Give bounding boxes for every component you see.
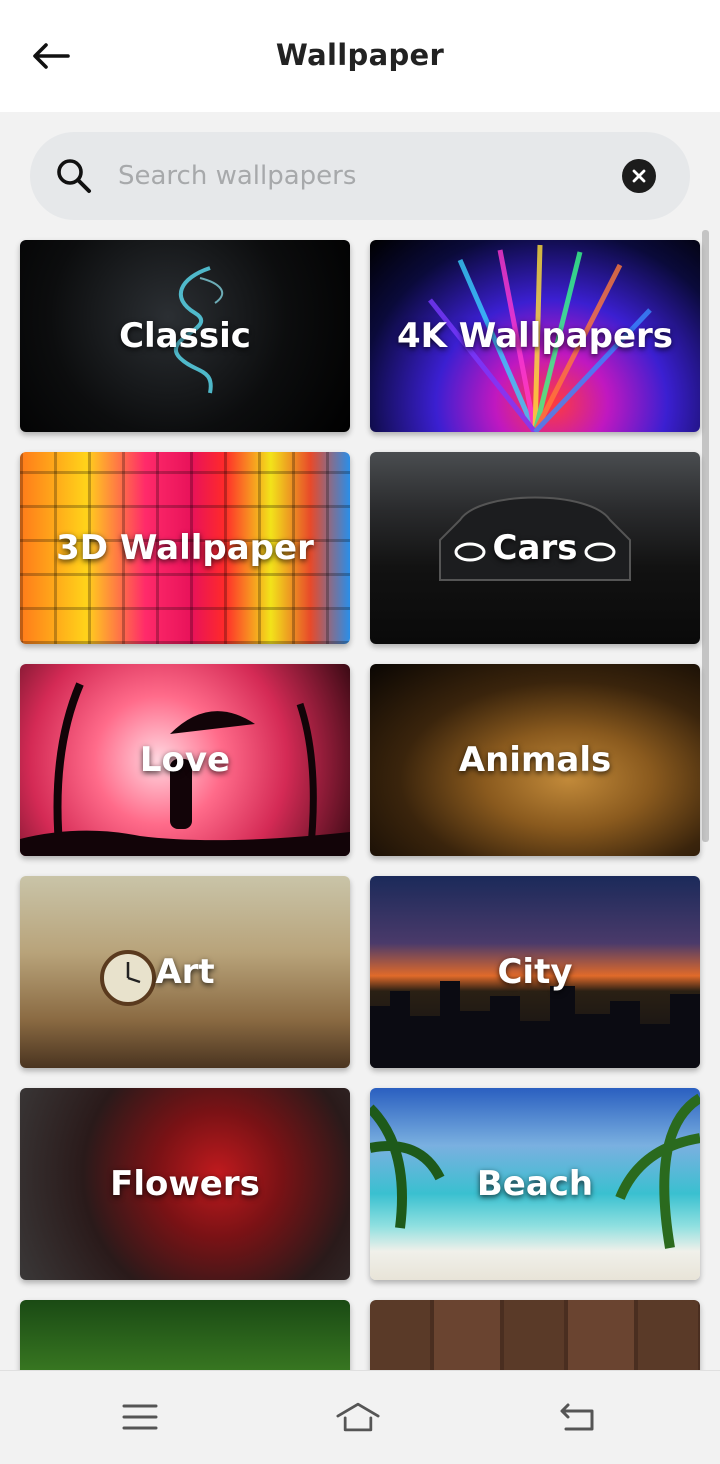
system-navigation-bar — [0, 1370, 720, 1464]
category-tile-classic[interactable]: Classic — [20, 240, 350, 432]
category-label: 3D Wallpaper — [56, 528, 314, 568]
category-tile-animals[interactable]: Animals — [370, 664, 700, 856]
content-area: Classic 4K Wallpapers 3D Wallpaper Cars — [0, 112, 720, 1370]
category-label: Cars — [492, 528, 578, 568]
return-icon — [560, 1403, 594, 1431]
category-tile-flowers[interactable]: Flowers — [20, 1088, 350, 1280]
category-tile-4k-wallpapers[interactable]: 4K Wallpapers — [370, 240, 700, 432]
category-label: Flowers — [110, 1164, 260, 1204]
category-tile-city[interactable]: City — [370, 876, 700, 1068]
search-input[interactable] — [118, 154, 598, 198]
search-bar — [30, 132, 690, 220]
category-label: Art — [155, 952, 215, 992]
close-icon — [632, 169, 646, 183]
category-tile-3d-wallpaper[interactable]: 3D Wallpaper — [20, 452, 350, 644]
search-icon[interactable] — [54, 156, 94, 196]
scrollbar[interactable] — [702, 230, 709, 842]
clear-search-button[interactable] — [622, 159, 656, 193]
app-bar: Wallpaper — [0, 0, 720, 112]
page-title: Wallpaper — [275, 38, 445, 72]
category-tile-beach[interactable]: Beach — [370, 1088, 700, 1280]
category-label: Animals — [458, 740, 612, 780]
category-label: City — [497, 952, 573, 992]
category-tile-cars[interactable]: Cars — [370, 452, 700, 644]
category-tile-forest[interactable] — [20, 1300, 350, 1370]
category-label: Love — [139, 740, 231, 780]
nav-back-button[interactable] — [556, 1397, 600, 1437]
category-label: 4K Wallpapers — [396, 316, 674, 356]
category-tile-art[interactable]: Art — [20, 876, 350, 1068]
home-icon — [336, 1402, 380, 1432]
category-tile-wood[interactable] — [370, 1300, 700, 1370]
category-label: Classic — [119, 316, 251, 356]
nav-home-button[interactable] — [336, 1397, 380, 1437]
category-label: Beach — [476, 1164, 594, 1204]
nav-menu-button[interactable] — [118, 1397, 162, 1437]
menu-icon — [122, 1404, 158, 1430]
category-tile-love[interactable]: Love — [20, 664, 350, 856]
